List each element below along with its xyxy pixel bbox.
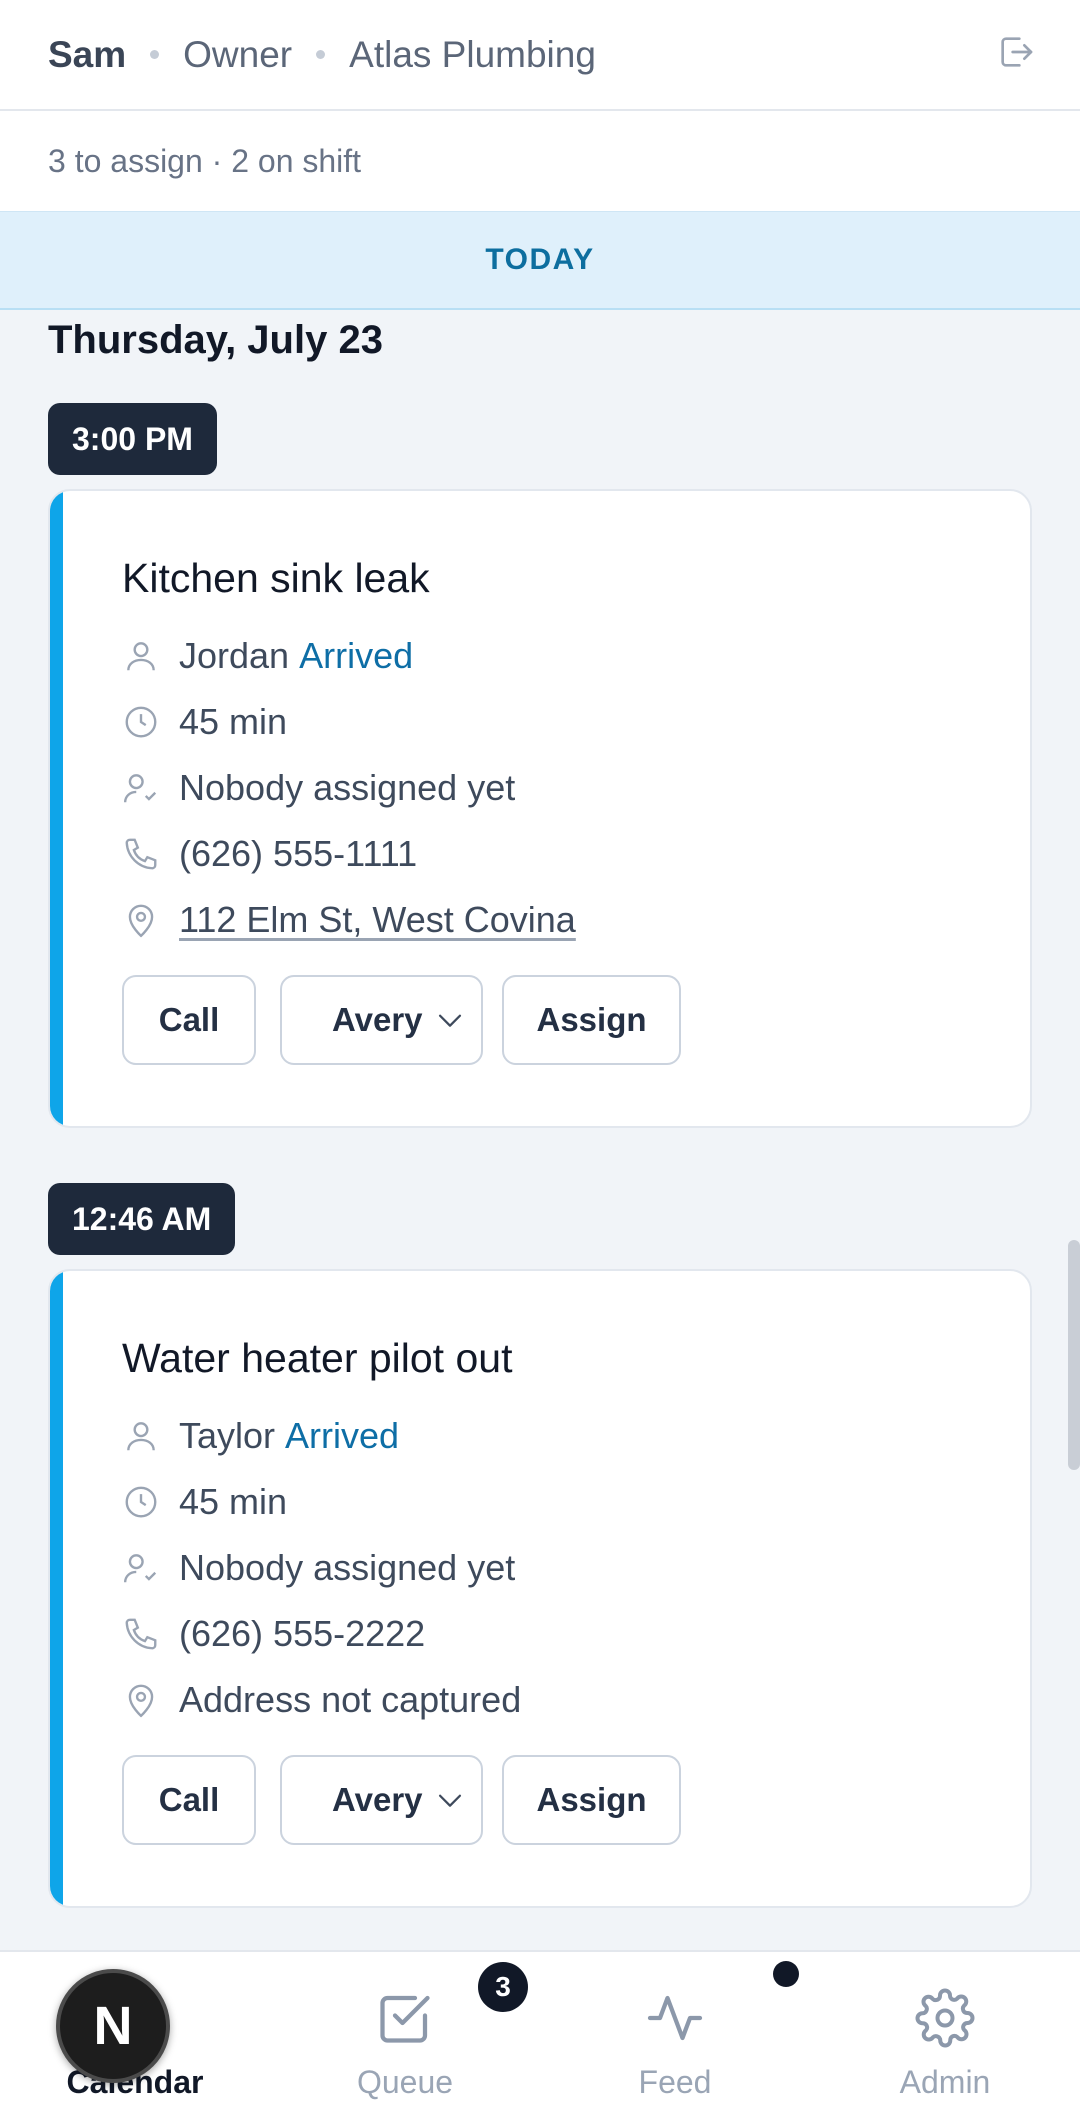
map-pin-icon xyxy=(128,904,154,938)
chevron-down-icon xyxy=(438,1014,462,1027)
job-card[interactable]: Kitchen sink leak Jordan Arrived 45 min … xyxy=(48,489,1032,1128)
day-heading: Thursday, July 23 xyxy=(48,318,383,362)
clock-icon xyxy=(125,706,157,738)
card-accent xyxy=(50,1271,63,1906)
nav-admin-label: Admin xyxy=(899,2064,991,2100)
phone-row: (626) 555-2222 xyxy=(122,1609,425,1659)
card-accent xyxy=(50,491,63,1126)
address-text: Address not captured xyxy=(179,1679,522,1720)
address-row: 112 Elm St, West Covina xyxy=(122,895,576,945)
technician-select-value: Avery xyxy=(332,1781,423,1818)
assignee-text: Nobody assigned yet xyxy=(179,767,516,808)
queue-count-badge: 3 xyxy=(478,1962,528,2012)
logout-icon[interactable] xyxy=(996,32,1036,72)
customer-row: Taylor Arrived xyxy=(122,1411,399,1461)
person-icon xyxy=(127,642,155,671)
app-header: Sam Owner Atlas Plumbing xyxy=(0,0,1080,111)
scrollbar-thumb[interactable] xyxy=(1068,1240,1080,1470)
user-role: Owner xyxy=(183,33,293,75)
customer-name: Jordan xyxy=(179,635,290,676)
status-text: Arrived xyxy=(299,635,414,676)
phone-icon xyxy=(125,838,157,870)
company-name: Atlas Plumbing xyxy=(349,33,596,75)
nav-feed-label: Feed xyxy=(638,2064,712,2100)
duration-text: 45 min xyxy=(179,701,288,742)
duration-row: 45 min xyxy=(122,1477,287,1527)
time-slot-label: 3:00 PM xyxy=(48,403,217,475)
dev-tools-badge[interactable]: N xyxy=(56,1969,170,2083)
technician-select[interactable]: Avery xyxy=(280,1755,483,1845)
call-button[interactable]: Call xyxy=(122,975,256,1065)
checkbox-icon xyxy=(380,1995,430,2043)
assignee-row: Nobody assigned yet xyxy=(122,763,515,813)
today-button[interactable]: TODAY xyxy=(0,211,1080,310)
assignee-row: Nobody assigned yet xyxy=(122,1543,515,1593)
shift-summary: 3 to assign · 2 on shift xyxy=(0,111,1080,211)
person-icon xyxy=(127,1422,155,1451)
customer-row: Jordan Arrived xyxy=(122,631,413,681)
phone-row: (626) 555-1111 xyxy=(122,829,417,879)
separator-dot xyxy=(150,50,160,59)
gear-icon xyxy=(915,1988,975,2048)
technician-select-value: Avery xyxy=(332,1001,423,1038)
feed-unread-dot xyxy=(773,1961,799,1987)
map-pin-icon xyxy=(128,1684,154,1718)
customer-name: Taylor xyxy=(179,1415,276,1456)
phone-icon xyxy=(125,1618,157,1650)
clock-icon xyxy=(125,1486,157,1518)
activity-icon xyxy=(647,1995,703,2041)
phone-number: (626) 555-2222 xyxy=(179,1613,426,1654)
address-link[interactable]: 112 Elm St, West Covina xyxy=(179,899,576,941)
user-check-icon xyxy=(123,1554,157,1583)
chevron-down-icon xyxy=(438,1794,462,1807)
job-title: Water heater pilot out xyxy=(122,1335,513,1381)
assignee-text: Nobody assigned yet xyxy=(179,1547,516,1588)
duration-row: 45 min xyxy=(122,697,287,747)
status-text: Arrived xyxy=(285,1415,400,1456)
assign-button[interactable]: Assign xyxy=(502,975,681,1065)
assign-button[interactable]: Assign xyxy=(502,1755,681,1845)
address-row: Address not captured xyxy=(122,1675,521,1725)
nav-feed[interactable]: Feed xyxy=(540,1952,810,2125)
technician-select[interactable]: Avery xyxy=(280,975,483,1065)
nav-admin[interactable]: Admin xyxy=(810,1952,1080,2125)
time-slot-label: 12:46 AM xyxy=(48,1183,236,1255)
separator-dot xyxy=(316,50,326,59)
phone-number: (626) 555-1111 xyxy=(179,833,418,874)
nav-queue-label: Queue xyxy=(356,2064,454,2100)
user-check-icon xyxy=(123,774,157,803)
job-title: Kitchen sink leak xyxy=(122,555,430,601)
call-button[interactable]: Call xyxy=(122,1755,256,1845)
user-name: Sam xyxy=(48,33,127,75)
duration-text: 45 min xyxy=(179,1481,288,1522)
job-card[interactable]: Water heater pilot out Taylor Arrived 45… xyxy=(48,1269,1032,1908)
